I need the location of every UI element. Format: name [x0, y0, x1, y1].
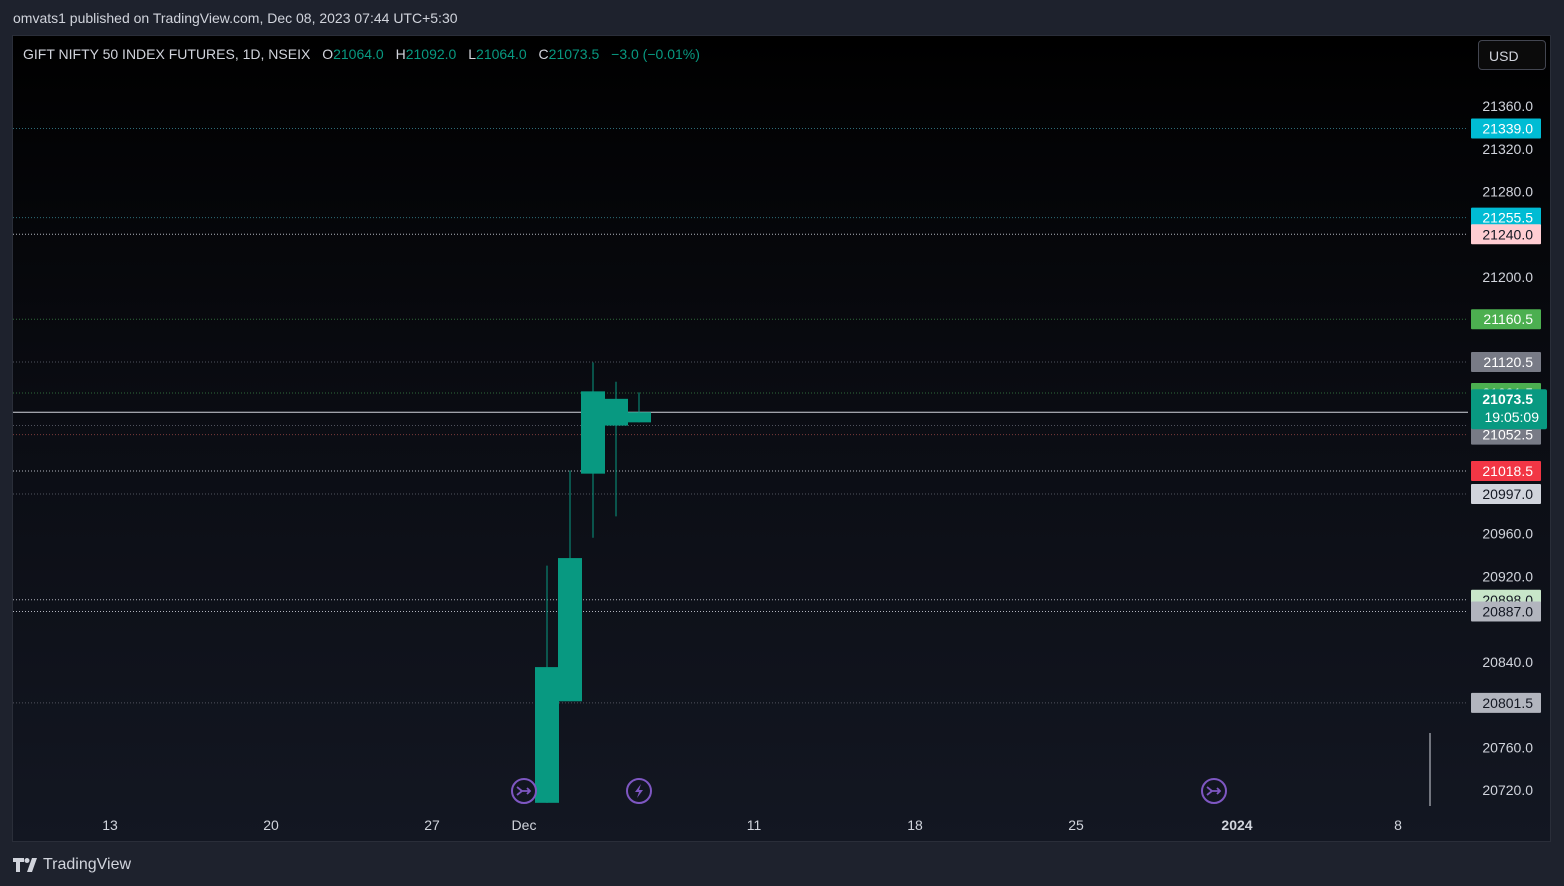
last-price-label: 21073.5 — [1482, 391, 1533, 407]
x-tick-label: 11 — [747, 817, 762, 833]
lightning-glyph — [635, 784, 643, 798]
high-value: 21092.0 — [405, 46, 457, 62]
brand-name: TradingView — [43, 856, 132, 873]
footer-brand[interactable]: TradingView — [13, 855, 131, 875]
candlestick-chart[interactable]: 20720.0 20760.0 20840.0 20920.0 20960.0 21200… — [13, 36, 1550, 841]
y-tick-label: 20720.0 — [1482, 782, 1533, 798]
price-tag-label: 21255.5 — [1482, 210, 1533, 226]
price-tag-label: 21339.0 — [1482, 120, 1533, 136]
low-label: L — [468, 46, 477, 62]
x-tick-label: Dec — [512, 817, 537, 833]
y-tick-label: 20840.0 — [1482, 654, 1533, 670]
low-value: 21064.0 — [476, 46, 527, 62]
candle-body[interactable] — [558, 558, 582, 702]
y-tick-label: 20920.0 — [1482, 568, 1533, 584]
candle-body[interactable] — [627, 412, 651, 423]
chart-panel[interactable]: 20720.0 20760.0 20840.0 20920.0 20960.0 21200… — [12, 35, 1551, 842]
high-label: H — [395, 46, 406, 62]
countdown-label: 19:05:09 — [1485, 409, 1540, 425]
symbol-name[interactable]: GIFT NIFTY 50 INDEX FUTURES, 1D, NSEIX — [23, 46, 310, 62]
y-tick-label: 21360.0 — [1482, 98, 1533, 114]
x-tick-label: 20 — [263, 817, 279, 833]
y-tick-label: 20760.0 — [1482, 739, 1533, 755]
y-tick-label: 21320.0 — [1482, 141, 1533, 157]
x-tick-label: 25 — [1068, 817, 1084, 833]
y-tick-label: 21280.0 — [1482, 184, 1533, 200]
y-tick-label: 21200.0 — [1482, 269, 1533, 285]
price-tag-label: 21018.5 — [1482, 463, 1533, 479]
split-glyph — [516, 786, 532, 796]
x-tick-label: 8 — [1394, 817, 1402, 833]
x-tick-label: 13 — [102, 817, 118, 833]
close-value: 21073.5 — [548, 46, 600, 62]
price-tag-label: 20801.5 — [1482, 695, 1533, 711]
price-tag-label: 20887.0 — [1482, 604, 1533, 620]
y-tick-label: 20960.0 — [1482, 526, 1533, 542]
x-tick-label: 2024 — [1221, 817, 1252, 833]
change-value: −3.0 (−0.01%) — [611, 46, 700, 62]
currency-button[interactable]: USD — [1478, 40, 1546, 70]
price-tag-label: 20997.0 — [1482, 486, 1533, 502]
split-glyph — [1206, 786, 1222, 796]
x-tick-label: 27 — [424, 817, 440, 833]
candle-body[interactable] — [535, 667, 559, 803]
price-tag-label: 21240.0 — [1482, 226, 1533, 242]
candle-body[interactable] — [604, 398, 628, 426]
publish-info: omvats1 published on TradingView.com, De… — [13, 10, 458, 26]
open-value: 21064.0 — [333, 46, 384, 62]
ohlc-legend: GIFT NIFTY 50 INDEX FUTURES, 1D, NSEIX O… — [23, 46, 700, 62]
price-tag-label: 21120.5 — [1483, 354, 1533, 370]
close-label: C — [538, 46, 549, 62]
x-tick-label: 18 — [907, 817, 923, 833]
price-tag-label: 21160.5 — [1483, 311, 1533, 327]
open-label: O — [322, 46, 334, 62]
tradingview-logo-icon — [13, 858, 37, 872]
candle-body[interactable] — [581, 391, 605, 474]
